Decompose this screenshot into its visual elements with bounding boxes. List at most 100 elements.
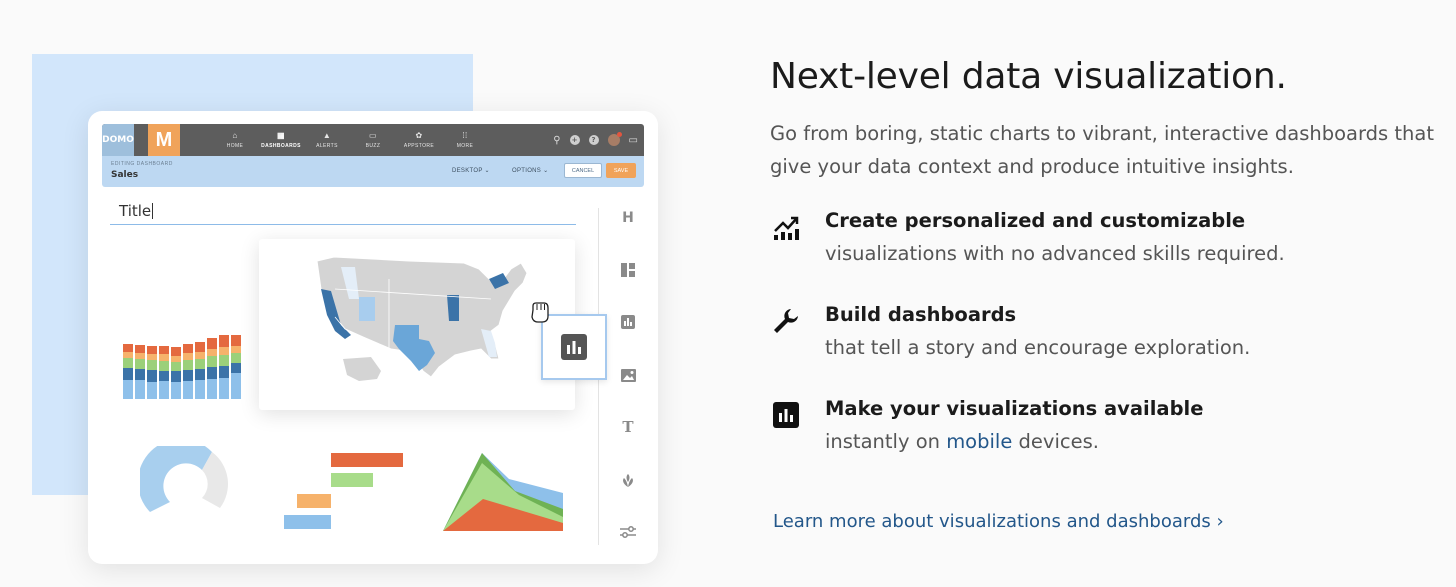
- desktop-dropdown[interactable]: DESKTOP ⌄: [452, 167, 490, 174]
- stacked-bar-segment: [135, 369, 145, 380]
- stacked-bar-segment: [195, 380, 205, 399]
- stacked-bar-segment: [207, 349, 217, 356]
- mockup-nav: ⌂ HOME ▦ DASHBOARDS ▲ ALERTS ▭ BUZZ ✿ APPSTOR…: [212, 124, 488, 156]
- chevron-down-icon: ⌄: [484, 168, 490, 174]
- title-input[interactable]: Title: [110, 199, 576, 225]
- stacked-bar-segment: [123, 344, 133, 352]
- m-logo[interactable]: M: [148, 124, 180, 156]
- gantt-chart[interactable]: [282, 451, 406, 533]
- search-icon[interactable]: ⚲: [553, 135, 560, 146]
- donut-chart[interactable]: [140, 446, 232, 520]
- chart-tool-icon[interactable]: [616, 310, 640, 334]
- nav-more[interactable]: ⁞⁞ MORE: [442, 124, 488, 156]
- topbar-actions: ⚲ + ? ▭: [553, 124, 638, 156]
- stacked-bar-segment: [231, 346, 241, 353]
- stacked-bar-segment: [207, 379, 217, 399]
- feature-desc: visualizations with no advanced skills r…: [825, 242, 1285, 265]
- stacked-bar-segment: [147, 370, 157, 382]
- stacked-bar-segment: [159, 381, 169, 399]
- stacked-bar-segment: [231, 353, 241, 363]
- more-icon: ⁞⁞: [462, 131, 468, 140]
- nav-appstore[interactable]: ✿ APPSTORE: [396, 124, 442, 156]
- home-icon: ⌂: [232, 131, 238, 140]
- stacked-bar-segment: [219, 366, 229, 378]
- stacked-bar-segment: [147, 354, 157, 360]
- stacked-bar-segment: [159, 361, 169, 371]
- appstore-icon: ✿: [415, 131, 423, 140]
- stacked-bar-segment: [159, 354, 169, 361]
- stacked-bar-segment: [219, 355, 229, 366]
- feature-desc: instantly on mobile devices.: [825, 430, 1099, 453]
- stacked-bar-segment: [171, 347, 181, 356]
- page-title: Next-level data visualization.: [770, 56, 1287, 97]
- image-tool-icon[interactable]: [616, 363, 640, 387]
- editing-label: EDITING DASHBOARD: [111, 161, 173, 167]
- cancel-button[interactable]: CANCEL: [564, 163, 602, 178]
- dashboard-mockup: DOMO M ⌂ HOME ▦ DASHBOARDS ▲ ALERTS ▭ BUZZ ✿…: [88, 111, 658, 564]
- nav-dashboards[interactable]: ▦ DASHBOARDS: [258, 124, 304, 156]
- stacked-bar-segment: [183, 353, 193, 360]
- buzz-icon: ▭: [369, 131, 377, 140]
- app-tool-icon[interactable]: [616, 468, 640, 492]
- stacked-bar-segment: [171, 362, 181, 371]
- mockup-topbar: DOMO M ⌂ HOME ▦ DASHBOARDS ▲ ALERTS ▭ BUZZ ✿…: [102, 124, 644, 156]
- options-dropdown[interactable]: OPTIONS ⌄: [512, 167, 548, 174]
- nav-home[interactable]: ⌂ HOME: [212, 124, 258, 156]
- stacked-bar-segment: [195, 342, 205, 352]
- stacked-bar-segment: [207, 367, 217, 379]
- stacked-bar-segment: [219, 335, 229, 347]
- stacked-bar-chart[interactable]: [123, 299, 247, 399]
- help-icon[interactable]: ?: [588, 135, 599, 145]
- bar-chart-square-icon: [770, 399, 802, 431]
- page-subheading: Go from boring, static charts to vibrant…: [770, 122, 1434, 178]
- chart-icon: [561, 334, 587, 360]
- stacked-bar-segment: [231, 363, 241, 373]
- dashboards-icon: ▦: [277, 131, 285, 140]
- stacked-bar-segment: [195, 369, 205, 380]
- stacked-bar-segment: [135, 353, 145, 359]
- stacked-bar-segment: [183, 344, 193, 353]
- alerts-icon: ▲: [322, 131, 332, 140]
- stacked-bar-segment: [123, 352, 133, 358]
- stacked-bar-segment: [135, 345, 145, 353]
- stacked-bar-segment: [147, 360, 157, 370]
- save-button[interactable]: SAVE: [606, 163, 636, 178]
- text-tool-icon[interactable]: T: [616, 415, 640, 439]
- learn-more-link[interactable]: Learn more about visualizations and dash…: [773, 511, 1224, 532]
- avatar[interactable]: [607, 132, 622, 146]
- edit-dashboard-bar: EDITING DASHBOARD Sales DESKTOP ⌄ OPTION…: [102, 156, 644, 187]
- dashboard-name: Sales: [111, 170, 139, 180]
- layout-tool-icon[interactable]: [616, 258, 640, 282]
- chevron-down-icon: ⌄: [543, 168, 549, 174]
- stacked-bar-segment: [183, 370, 193, 381]
- stacked-bar-segment: [123, 358, 133, 368]
- stacked-bar-segment: [123, 380, 133, 399]
- header-tool-icon[interactable]: H: [616, 206, 640, 230]
- stacked-bar-segment: [135, 380, 145, 399]
- stacked-bar-segment: [207, 338, 217, 349]
- feature-mobile: Make your visualizations available insta…: [770, 397, 1450, 467]
- area-chart[interactable]: [443, 451, 567, 535]
- wrench-icon: [770, 305, 802, 337]
- stacked-bar-segment: [195, 352, 205, 359]
- stacked-bar-segment: [171, 371, 181, 382]
- mobile-link[interactable]: mobile: [946, 430, 1012, 453]
- stacked-bar-segment: [219, 378, 229, 399]
- stacked-bar-segment: [219, 347, 229, 355]
- chat-icon[interactable]: ▭: [629, 135, 638, 146]
- nav-buzz[interactable]: ▭ BUZZ: [350, 124, 396, 156]
- stacked-bar-segment: [195, 359, 205, 369]
- stacked-bar-segment: [171, 382, 181, 399]
- nav-alerts[interactable]: ▲ ALERTS: [304, 124, 350, 156]
- feature-personalized: Create personalized and customizable vis…: [770, 209, 1450, 279]
- feature-title: Build dashboards: [825, 303, 1017, 326]
- text-caret: [152, 203, 154, 219]
- stacked-bar-segment: [135, 359, 145, 369]
- chart-trend-icon: [770, 211, 802, 243]
- add-icon[interactable]: +: [569, 135, 580, 145]
- drag-hand-cursor-icon: [531, 302, 549, 323]
- filter-tool-icon[interactable]: [616, 520, 640, 544]
- stacked-bar-segment: [207, 356, 217, 367]
- domo-logo[interactable]: DOMO: [102, 124, 134, 156]
- stacked-bar-segment: [171, 356, 181, 362]
